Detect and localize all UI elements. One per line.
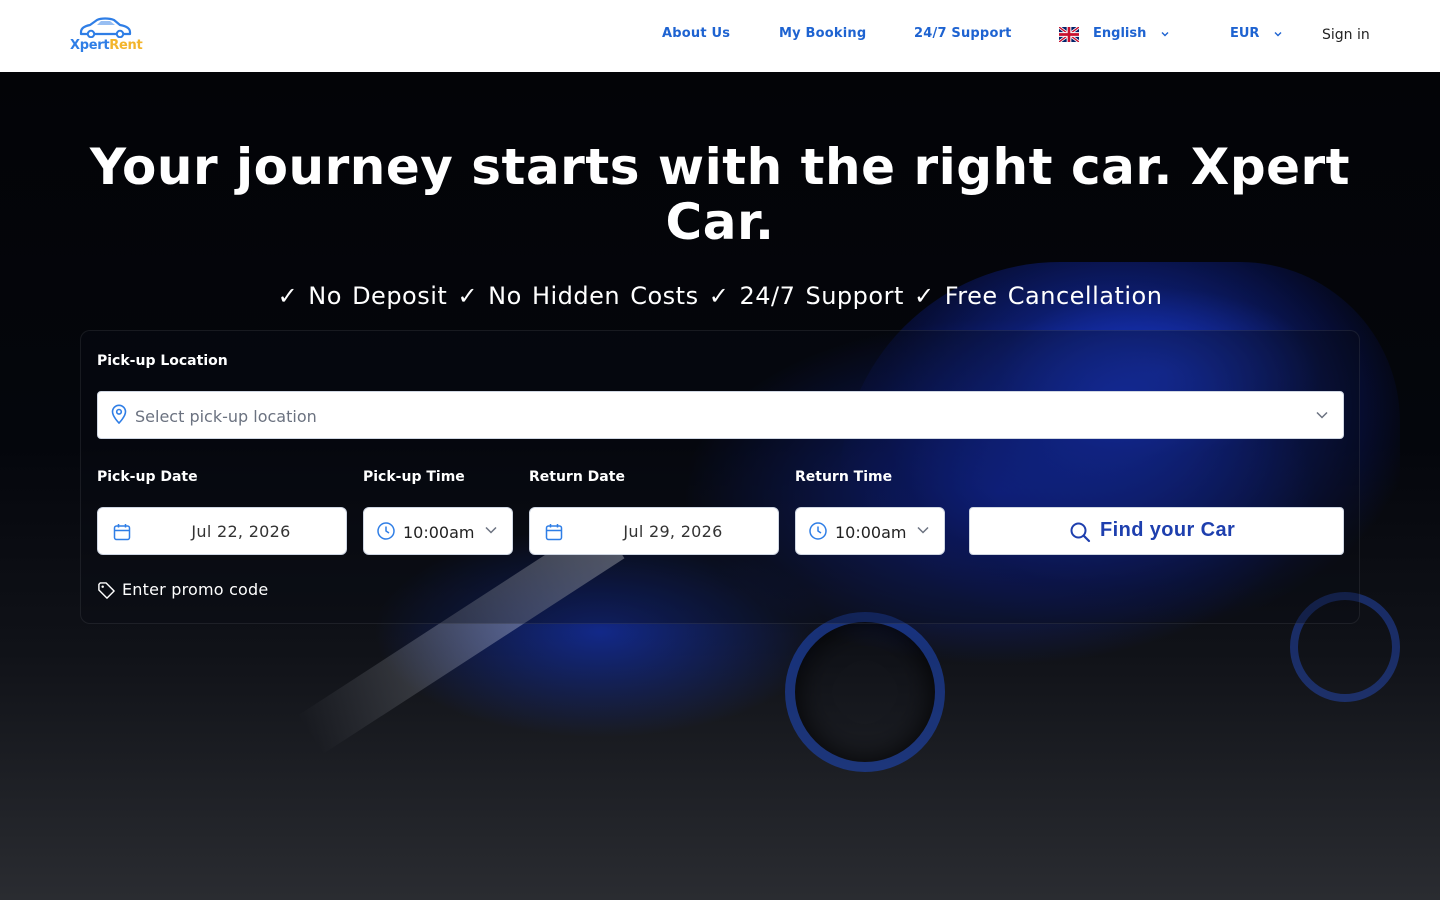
car-logo-icon [79, 17, 132, 38]
clock-icon [377, 522, 395, 540]
pickup-time-select[interactable]: 10:00am [363, 507, 513, 555]
site-header: XpertRent About Us My Booking 24/7 Suppo… [0, 0, 1440, 72]
uk-flag-icon [1059, 27, 1079, 42]
pickup-time-label: Pick-up Time [363, 469, 465, 485]
tag-icon [98, 582, 115, 599]
chevron-down-icon [1316, 411, 1328, 419]
map-pin-icon [111, 404, 127, 424]
return-time-value: 10:00am [835, 523, 907, 542]
chevron-down-icon [1274, 32, 1282, 37]
promo-code-label: Enter promo code [122, 580, 269, 599]
chevron-down-icon [1161, 32, 1169, 37]
currency-label: EUR [1230, 26, 1260, 41]
brand-name: XpertRent [70, 38, 143, 53]
pickup-date-value: Jul 22, 2026 [191, 522, 291, 541]
hero-section: Your journey starts with the right car. … [0, 72, 1440, 900]
hero-car-wheel [785, 612, 945, 772]
language-label: English [1093, 26, 1147, 41]
brand-name-part1: Xpert [70, 38, 110, 53]
hero-title: Your journey starts with the right car. … [89, 138, 1351, 251]
pickup-location-select[interactable]: Select pick-up location [97, 391, 1344, 439]
pickup-location-label: Pick-up Location [97, 353, 228, 369]
clock-icon [809, 522, 827, 540]
hero-subtitle: ✓ No Deposit ✓ No Hidden Costs ✓ 24/7 Su… [277, 282, 1163, 310]
pickup-location-placeholder: Select pick-up location [135, 407, 317, 426]
nav-support-link[interactable]: 24/7 Support [914, 26, 1012, 41]
return-time-select[interactable]: 10:00am [795, 507, 945, 555]
chevron-down-icon [485, 526, 497, 534]
pickup-time-value: 10:00am [403, 523, 475, 542]
search-panel: Pick-up Location Select pick-up location… [80, 330, 1360, 624]
return-time-label: Return Time [795, 469, 893, 485]
return-date-label: Return Date [529, 469, 625, 485]
search-icon [1070, 522, 1091, 543]
pickup-date-label: Pick-up Date [97, 469, 198, 485]
sign-in-link[interactable]: Sign in [1322, 27, 1370, 43]
brand-logo[interactable]: XpertRent [70, 16, 144, 56]
pickup-date-input[interactable]: Jul 22, 2026 [97, 507, 347, 555]
chevron-down-icon [917, 526, 929, 534]
return-date-input[interactable]: Jul 29, 2026 [529, 507, 779, 555]
nav-my-booking-link[interactable]: My Booking [779, 26, 866, 41]
return-date-value: Jul 29, 2026 [623, 522, 723, 541]
find-your-car-button[interactable]: Find your Car [969, 507, 1344, 555]
nav-about-link[interactable]: About Us [662, 26, 730, 41]
find-your-car-label: Find your Car [1100, 519, 1236, 541]
brand-name-part2: Rent [109, 38, 143, 53]
